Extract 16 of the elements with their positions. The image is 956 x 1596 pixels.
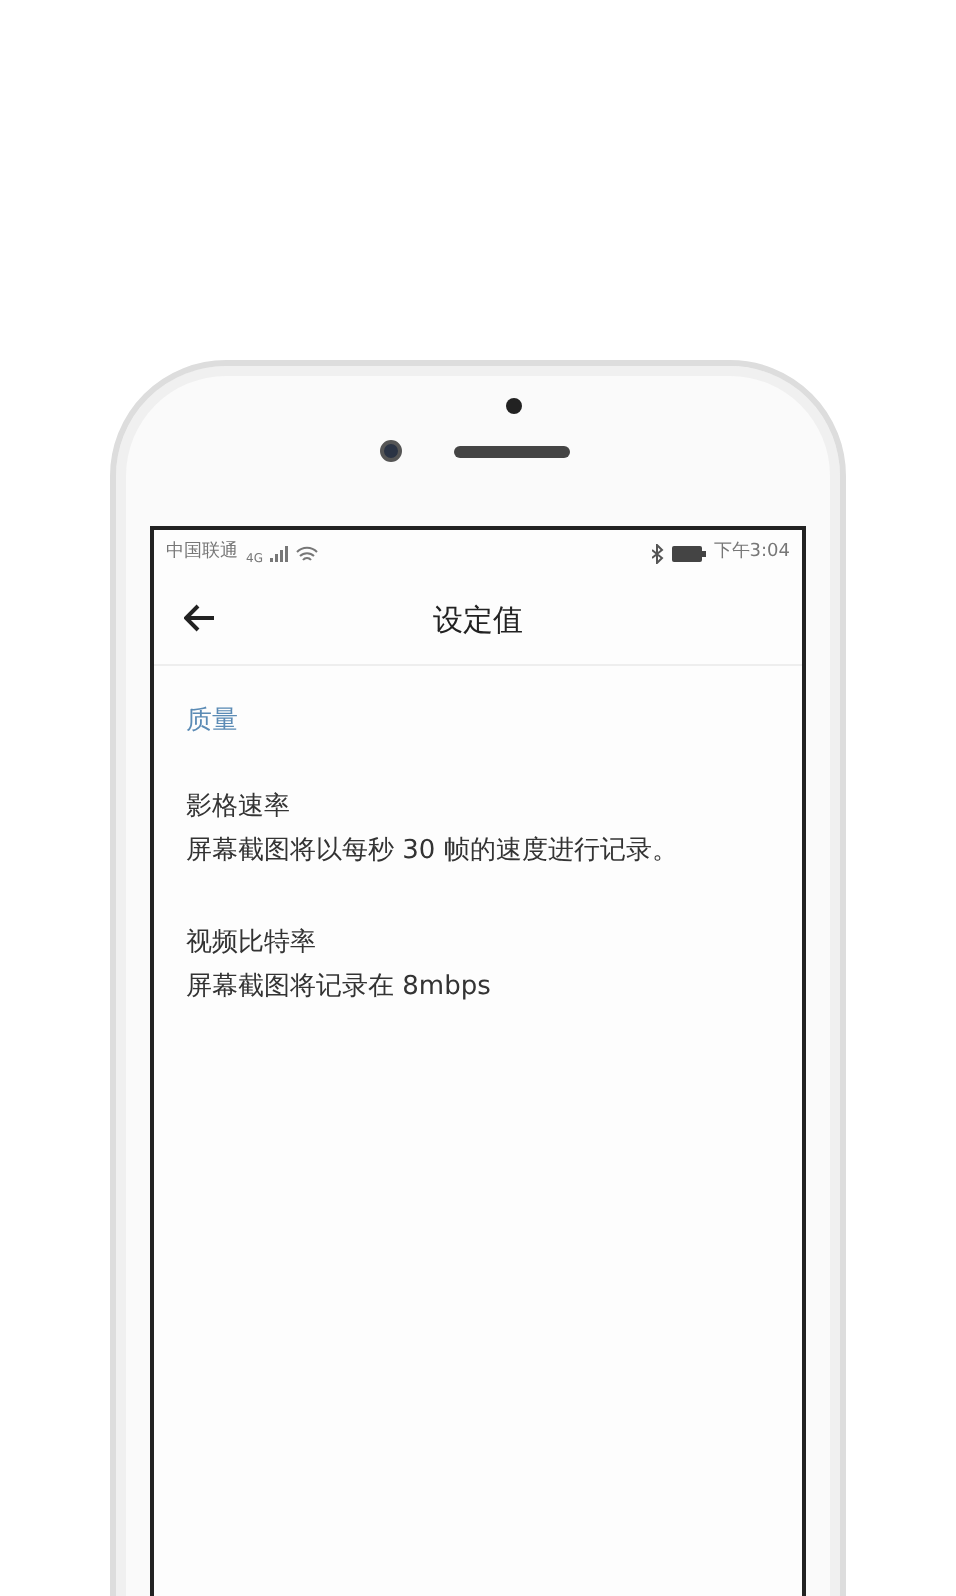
bluetooth-icon <box>651 544 664 564</box>
setting-summary: 屏幕截图将以每秒 30 帧的速度进行记录。 <box>186 833 680 869</box>
camera-icon <box>380 440 402 462</box>
setting-title[interactable]: 视频比特率 <box>186 921 770 965</box>
setting-title[interactable]: 影格速率 <box>186 785 770 829</box>
signal-icon <box>270 546 289 562</box>
carrier-label: 中国联通 <box>166 540 238 567</box>
page-title: 设定值 <box>433 600 523 643</box>
setting-summary: 屏幕截图将记录在 8mbps <box>186 969 493 1005</box>
battery-icon <box>671 546 706 562</box>
speaker-icon <box>454 446 570 458</box>
section-title: 质量 <box>186 704 240 740</box>
back-arrow-icon[interactable] <box>184 604 216 632</box>
wifi-icon <box>296 545 319 563</box>
time-label: 下午3:04 <box>713 540 790 567</box>
sensor-icon <box>506 398 522 414</box>
